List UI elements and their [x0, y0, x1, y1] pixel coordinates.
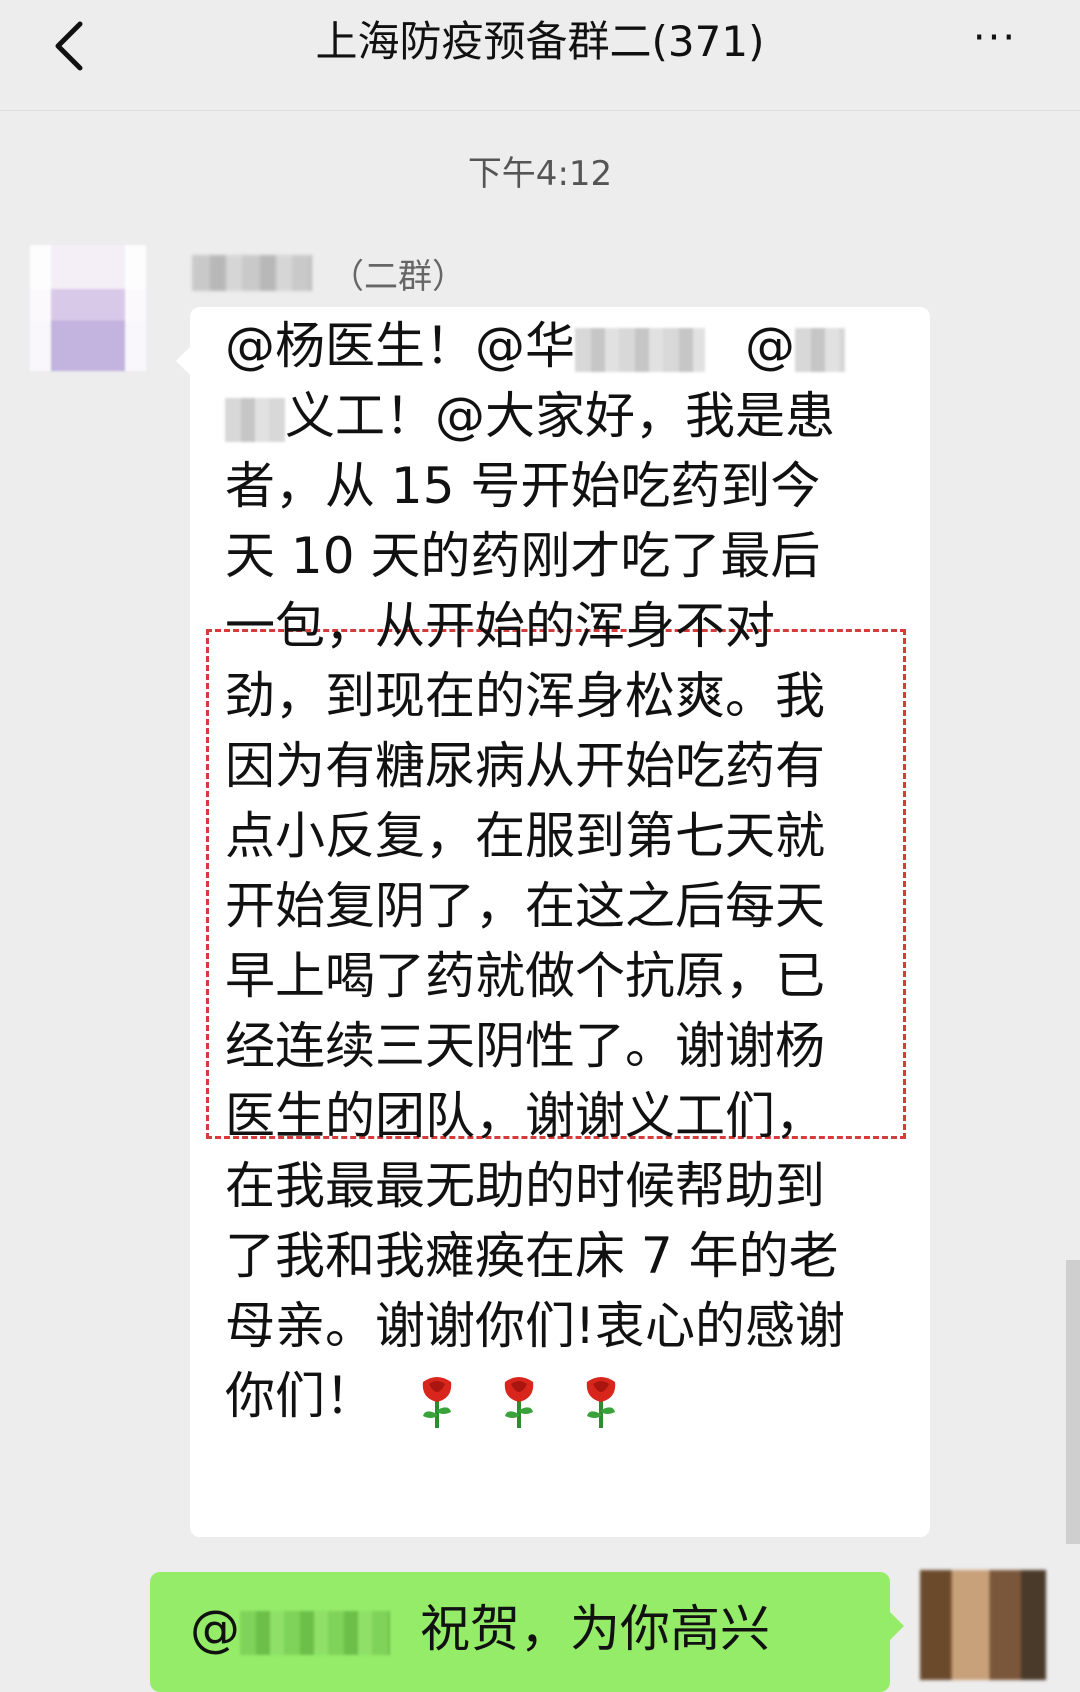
message-line: 天 10 天的药刚才吃了最后	[225, 527, 821, 585]
message-line: 早上喝了药就做个抗原，已	[225, 947, 825, 1005]
blurred-mention-mosaic	[795, 327, 845, 372]
chat-title: 上海防疫预备群二(371)	[315, 17, 765, 66]
rose-icon	[586, 1376, 615, 1428]
message-line: 义工！@大家好，我是患	[225, 381, 835, 451]
message-line: 一包，从开始的浑身不对	[225, 597, 775, 655]
sender-group-label: （二群）	[330, 256, 466, 297]
message-timestamp: 下午4:12	[467, 154, 613, 194]
message-text: 你们！	[225, 1367, 375, 1425]
blurred-name-mosaic	[192, 255, 312, 291]
rose-icon	[504, 1376, 534, 1428]
message-line: 了我和我瘫痪在床 7 年的老	[225, 1227, 839, 1285]
sender-avatar[interactable]	[30, 245, 146, 371]
message-line: 经连续三天阴性了。谢谢杨	[225, 1017, 825, 1075]
reply-line: @ 祝贺，为你高兴	[190, 1594, 770, 1664]
message-text: @杨医生！@华	[225, 317, 575, 375]
rose-icon	[422, 1376, 452, 1428]
message-line: 在我最最无助的时候帮助到	[225, 1157, 825, 1215]
mention-at: @	[745, 317, 795, 375]
more-options-button[interactable]: ···	[955, 18, 1035, 68]
outgoing-message-bubble[interactable]: @ 祝贺，为你高兴	[150, 1572, 904, 1692]
blurred-mention-mosaic	[575, 327, 705, 372]
message-line: 劲，到现在的浑身松爽。我	[225, 667, 825, 725]
message-line: 母亲。谢谢你们!衷心的感谢	[225, 1297, 846, 1355]
message-line: 开始复阴了，在这之后每天	[225, 877, 825, 935]
top-bar: 上海防疫预备群二(371) ···	[0, 0, 1080, 111]
reply-text: 祝贺，为你高兴	[420, 1600, 770, 1658]
my-avatar[interactable]	[920, 1570, 1046, 1680]
incoming-message-bubble[interactable]: @杨医生！@华 @ 义工！@大家好，我是患 者，从 15 号开始吃药到今 天 10…	[176, 307, 930, 1537]
message-line: 你们！	[225, 1361, 621, 1431]
message-line: @杨医生！@华 @	[225, 311, 845, 381]
message-line: 者，从 15 号开始吃药到今	[225, 457, 821, 515]
message-line: 医生的团队，谢谢义工们，	[225, 1087, 825, 1145]
message-line: 因为有糖尿病从开始吃药有	[225, 737, 825, 795]
message-text: 义工！@大家好，我是患	[285, 387, 835, 445]
scrollbar[interactable]	[1066, 1260, 1080, 1544]
blurred-mention-mosaic	[240, 1610, 390, 1655]
sender-name: （二群）	[192, 248, 466, 298]
message-line: 点小反复，在服到第七天就	[225, 807, 825, 865]
blurred-mention-mosaic	[225, 397, 285, 442]
mention-at: @	[190, 1600, 240, 1658]
